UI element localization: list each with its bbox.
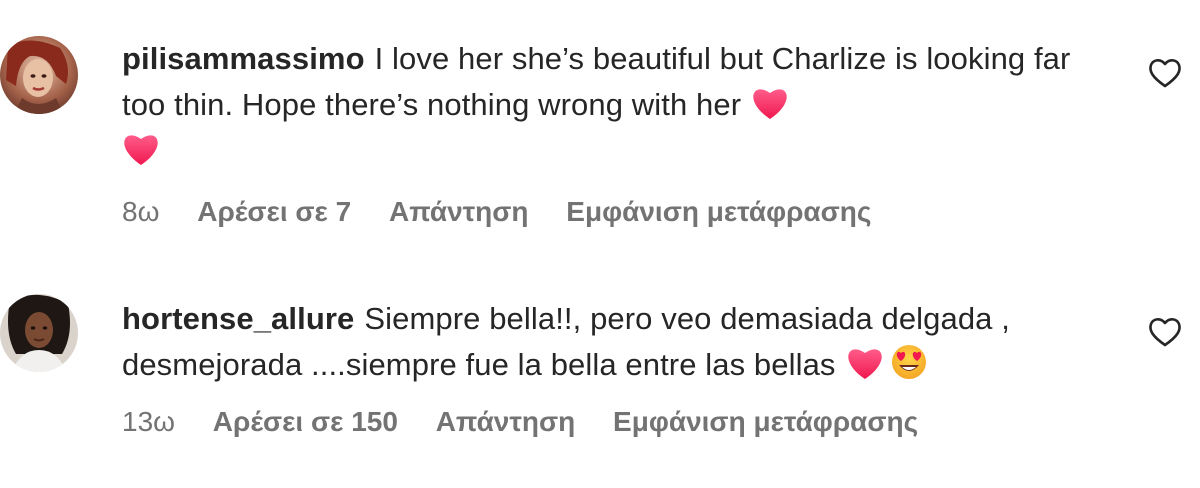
comment-item: hortense_allure Siempre bella!!, pero veo… bbox=[0, 278, 1200, 488]
red-heart-emoji bbox=[846, 345, 884, 381]
avatar[interactable] bbox=[0, 36, 78, 114]
comment-body: hortense_allure Siempre bella!!, pero veo… bbox=[122, 296, 1112, 388]
comment-time: 13ω bbox=[122, 406, 176, 437]
comment-time: 8ω bbox=[122, 196, 160, 227]
red-heart-emoji bbox=[122, 131, 160, 167]
see-translation-button[interactable]: Εμφάνιση μετάφρασης bbox=[566, 196, 871, 227]
heart-icon[interactable] bbox=[1148, 57, 1182, 89]
avatar[interactable] bbox=[0, 294, 78, 372]
likes-count-button[interactable]: Αρέσει σε 150 bbox=[213, 406, 398, 437]
comment-meta: 8ω Αρέσει σε 7 Απάντηση Εμφάνιση μετάφρα… bbox=[122, 196, 901, 228]
comment-username[interactable]: hortense_allure bbox=[122, 301, 354, 336]
reply-button[interactable]: Απάντηση bbox=[436, 406, 576, 437]
comment-username[interactable]: pilisammassimo bbox=[122, 41, 365, 76]
comment-body: pilisammassimo I love her she’s beautiful… bbox=[122, 36, 1112, 174]
heart-eyes-emoji bbox=[890, 343, 928, 381]
red-heart-emoji bbox=[751, 85, 789, 121]
likes-count-button[interactable]: Αρέσει σε 7 bbox=[197, 196, 351, 227]
see-translation-button[interactable]: Εμφάνιση μετάφρασης bbox=[613, 406, 918, 437]
heart-icon[interactable] bbox=[1148, 316, 1182, 348]
comment-item: pilisammassimo I love her she’s beautiful… bbox=[0, 0, 1200, 260]
comment-meta: 13ω Αρέσει σε 150 Απάντηση Εμφάνιση μετά… bbox=[122, 406, 948, 438]
reply-button[interactable]: Απάντηση bbox=[389, 196, 529, 227]
